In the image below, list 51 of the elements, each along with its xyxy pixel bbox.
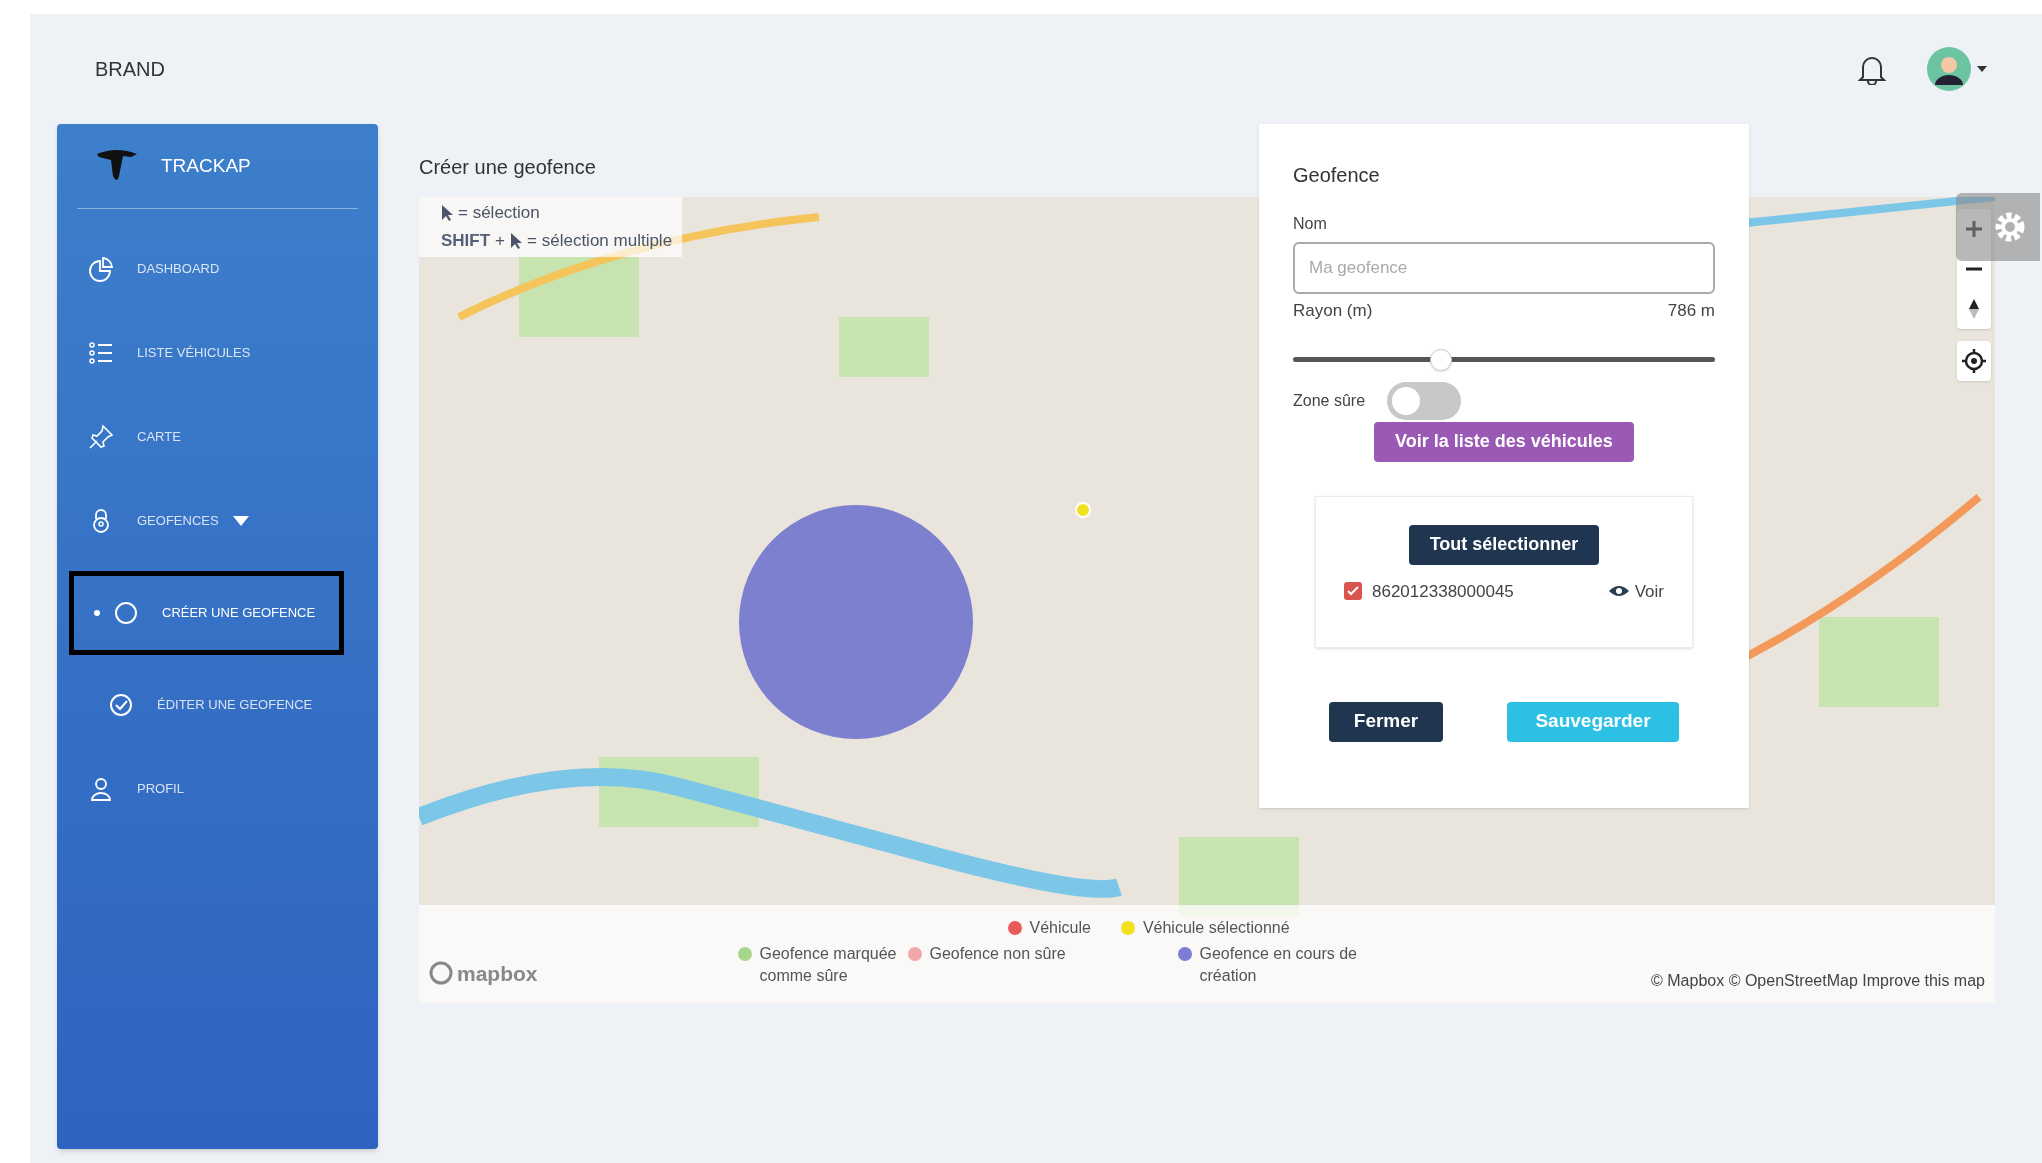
legend-label: Véhicule sélectionné [1142, 918, 1290, 938]
legend-label: Geofence marquée comme sûre [759, 944, 898, 986]
nav-item[interactable]: LISTE VÉHICULES [77, 311, 358, 395]
pushpin-icon [87, 423, 115, 451]
mapbox-logo-icon [429, 961, 453, 986]
vehicle-id: 862012338000045 [1372, 580, 1514, 603]
eye-icon [1608, 585, 1629, 598]
circle-icon [112, 599, 140, 627]
legend-label: Véhicule [1029, 918, 1091, 938]
list-icon [87, 339, 115, 367]
field-label: Rayon (m) [1293, 300, 1373, 322]
shift-key-label: SHIFT [441, 230, 491, 253]
nav-item[interactable]: DASHBOARD [77, 227, 358, 311]
safe-zone-toggle[interactable] [1387, 381, 1462, 420]
plus-sign: + [495, 230, 506, 253]
cursor-icon [441, 205, 453, 221]
page-title: Créer une geofence [419, 155, 596, 180]
slider-thumb[interactable] [1429, 348, 1452, 371]
nav-item[interactable]: ÉDITER UNE GEOFENCE [69, 663, 344, 747]
check-circle-icon [107, 691, 135, 719]
radius-value: 786 m [1667, 300, 1715, 322]
nav-item[interactable]: PROFIL [77, 747, 358, 831]
field-label: Zone sûre [1293, 390, 1366, 411]
vehicle-list-button[interactable]: Voir la liste des véhicules [1374, 421, 1634, 462]
legend-label: Geofence non sûre [929, 944, 1066, 964]
panel-title: Geofence [1293, 163, 1381, 188]
select-all-button[interactable]: Tout sélectionner [1408, 524, 1600, 565]
field-label: Nom [1293, 214, 1328, 234]
legend-label: Geofence en cours de création [1199, 944, 1358, 986]
nav-item[interactable]: GEOFENCES [77, 479, 358, 563]
avatar-button[interactable] [1927, 47, 1987, 91]
radius-slider[interactable] [1293, 347, 1715, 372]
brand-name: BRAND [95, 57, 165, 82]
view-link[interactable]: Voir [1608, 578, 1664, 604]
nav-item[interactable]: CARTE [77, 395, 358, 479]
nav-item[interactable]: CRÉER UNE GEOFENCE [69, 571, 344, 655]
logo-text: TRACKAP [161, 153, 251, 178]
vehicle-checkbox[interactable] [1344, 582, 1362, 601]
pie-chart-icon [87, 255, 115, 283]
hint-text: = sélection multiple [527, 230, 673, 253]
hint-text: = sélection [458, 202, 540, 225]
save-button[interactable]: Sauvegarder [1507, 701, 1679, 742]
avatar-icon [1927, 47, 1971, 91]
map-attribution: © Mapbox © OpenStreetMap Improve this map [1651, 971, 1985, 991]
mapbox-wordmark: mapbox [457, 960, 538, 987]
cursor-icon [510, 233, 523, 249]
mapbox-logo[interactable]: mapbox [429, 957, 538, 989]
caret-icon [1977, 66, 1987, 72]
close-button[interactable]: Fermer [1329, 701, 1443, 742]
locate-icon[interactable] [1957, 341, 1991, 381]
name-input[interactable]: Ma geofence [1293, 242, 1715, 294]
